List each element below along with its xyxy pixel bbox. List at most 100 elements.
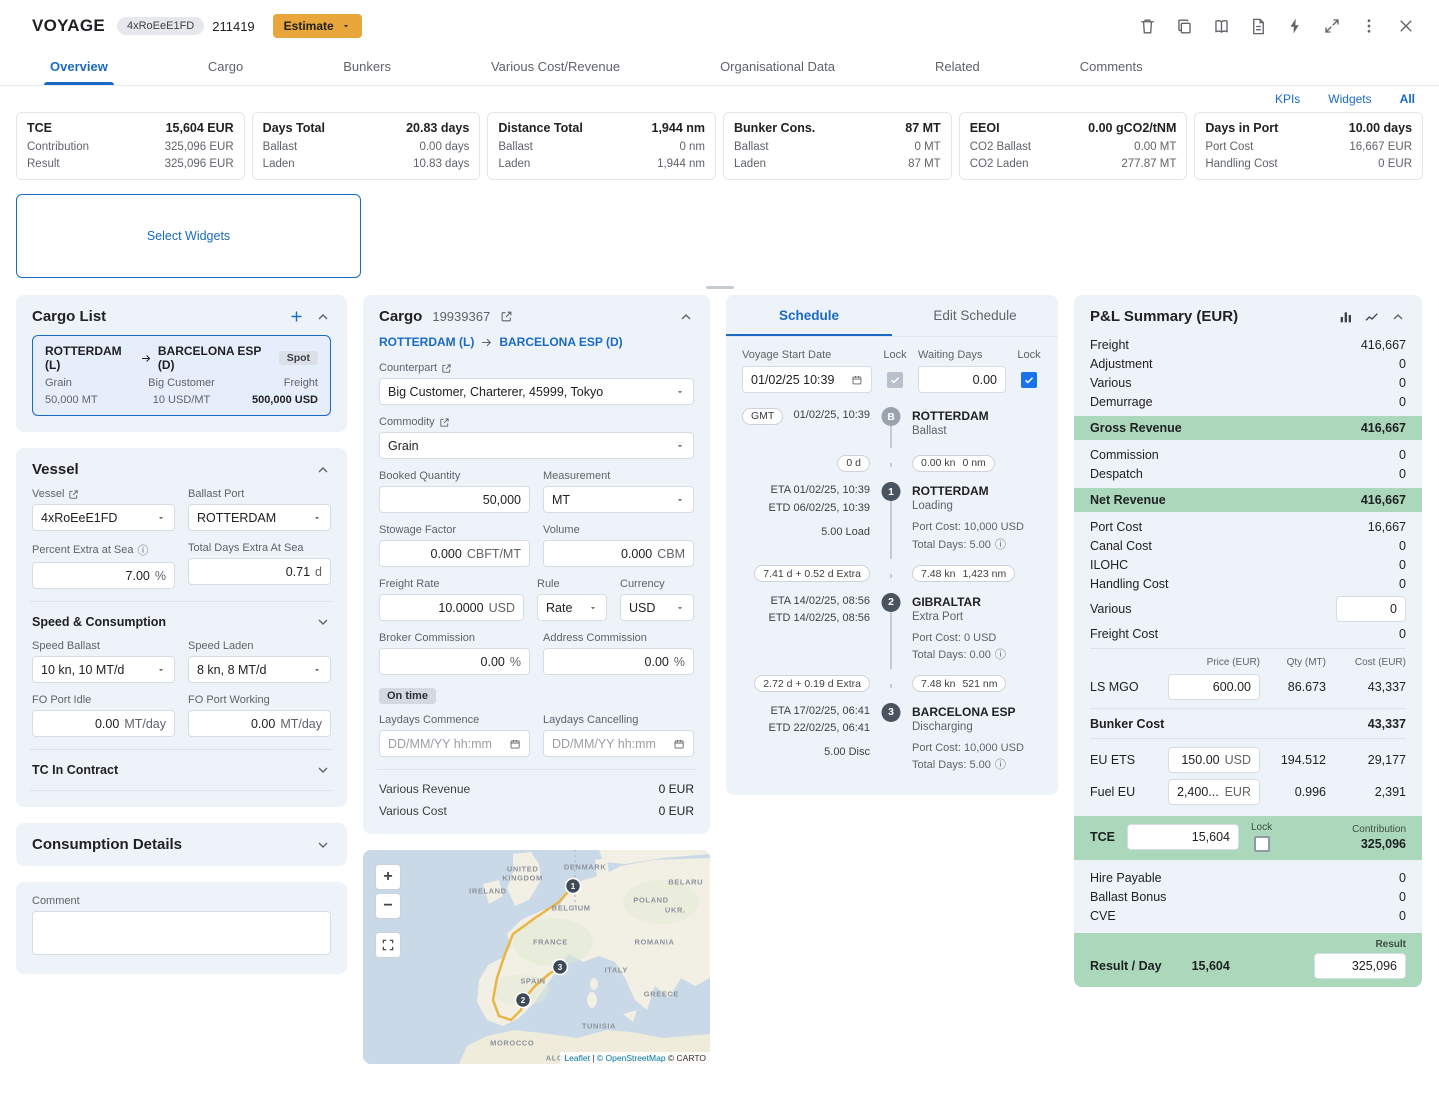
cargo-form-card: Cargo 19939367 ROTTERDAM (L) BARCELONA E… bbox=[363, 295, 710, 834]
total-days-extra-input[interactable] bbox=[197, 565, 310, 579]
estimate-dropdown-button[interactable]: Estimate bbox=[273, 14, 362, 38]
tab-organisational-data[interactable]: Organisational Data bbox=[670, 48, 885, 85]
map-controls: + − bbox=[375, 864, 401, 958]
measurement-select[interactable]: MT bbox=[543, 486, 694, 513]
route-destination-link[interactable]: BARCELONA ESP (D) bbox=[499, 335, 622, 349]
leg-port: GIBRALTAR bbox=[912, 593, 1042, 611]
commodity-field: Commodity Grain bbox=[379, 416, 694, 459]
vessel-select[interactable]: 4xRoEeE1FD bbox=[32, 504, 175, 531]
map-zoom-in-button[interactable]: + bbox=[375, 864, 401, 890]
filter-widgets[interactable]: Widgets bbox=[1328, 92, 1371, 106]
leg-port: ROTTERDAM bbox=[912, 482, 1042, 500]
info-icon[interactable]: ⓘ bbox=[995, 537, 1006, 555]
delete-button[interactable] bbox=[1130, 9, 1164, 43]
flash-button[interactable] bbox=[1278, 9, 1312, 43]
ballast-port-select[interactable]: ROTTERDAM bbox=[188, 504, 331, 531]
route-map[interactable]: 1 2 3 UNITED KINGDOM IRELAND DENMARK BEL… bbox=[363, 850, 710, 1064]
contacts-button[interactable] bbox=[1204, 9, 1238, 43]
info-icon[interactable]: ⓘ bbox=[995, 647, 1006, 665]
leg-marker: 2 bbox=[882, 593, 901, 612]
booked-quantity-input[interactable] bbox=[388, 493, 521, 507]
map-zoom-out-button[interactable]: − bbox=[375, 893, 401, 919]
eu-ets-price-input[interactable] bbox=[1177, 753, 1220, 767]
cargo-form-collapse-button[interactable] bbox=[678, 309, 694, 325]
speed-ballast-select[interactable]: 10 kn, 10 MT/d bbox=[32, 656, 175, 683]
fo-port-idle-input[interactable] bbox=[41, 717, 119, 731]
calendar-icon[interactable] bbox=[851, 373, 863, 387]
commodity-select[interactable]: Grain bbox=[379, 432, 694, 459]
open-in-new-icon[interactable] bbox=[68, 489, 79, 500]
tce-lock-checkbox[interactable] bbox=[1254, 836, 1270, 852]
leg-eta: ETA 14/02/25, 08:56 bbox=[742, 593, 870, 611]
comment-textarea[interactable] bbox=[32, 911, 331, 955]
tab-related[interactable]: Related bbox=[885, 48, 1030, 85]
kpi-sub-value: 325,096 EUR bbox=[165, 139, 234, 156]
panel-drag-handle[interactable] bbox=[706, 286, 734, 289]
close-button[interactable] bbox=[1389, 9, 1423, 43]
cargo-list-collapse-button[interactable] bbox=[315, 309, 331, 325]
fo-port-working-field: FO Port Working MT/day bbox=[188, 694, 331, 737]
pnl-bar-chart-button[interactable] bbox=[1338, 309, 1354, 325]
speed-consumption-collapse-button[interactable] bbox=[315, 614, 331, 630]
voyage-start-input-wrap bbox=[742, 366, 872, 393]
speed-laden-field: Speed Laden 8 kn, 8 MT/d bbox=[188, 640, 331, 683]
kpi-sub-label: Laden bbox=[498, 156, 530, 173]
freight-rate-input[interactable] bbox=[388, 601, 484, 615]
select-widgets-box[interactable]: Select Widgets bbox=[16, 194, 361, 278]
fo-port-working-input[interactable] bbox=[197, 717, 275, 731]
copy-button[interactable] bbox=[1167, 9, 1201, 43]
tc-in-contract-collapse-button[interactable] bbox=[315, 762, 331, 778]
waiting-days-lock-checkbox[interactable] bbox=[1021, 372, 1037, 388]
map-fullscreen-button[interactable] bbox=[375, 932, 401, 958]
osm-link[interactable]: © OpenStreetMap bbox=[597, 1053, 666, 1063]
tab-overview[interactable]: Overview bbox=[0, 48, 158, 85]
tab-bunkers[interactable]: Bunkers bbox=[293, 48, 441, 85]
route-origin-link[interactable]: ROTTERDAM (L) bbox=[379, 335, 474, 349]
result-total-input[interactable] bbox=[1323, 959, 1397, 973]
volume-input[interactable] bbox=[552, 547, 652, 561]
counterpart-select[interactable]: Big Customer, Charterer, 45999, Tokyo bbox=[379, 378, 694, 405]
pnl-various-input[interactable] bbox=[1345, 602, 1397, 616]
tce-input[interactable] bbox=[1136, 830, 1230, 844]
consumption-details-collapse-button[interactable] bbox=[315, 837, 331, 853]
rule-select[interactable]: Rate bbox=[537, 594, 607, 621]
calendar-icon[interactable] bbox=[673, 737, 685, 751]
filter-kpis[interactable]: KPIs bbox=[1275, 92, 1300, 106]
laydays-cancelling-input[interactable] bbox=[552, 737, 668, 751]
tab-edit-schedule[interactable]: Edit Schedule bbox=[892, 295, 1058, 336]
ls-mgo-price-input[interactable] bbox=[1177, 680, 1251, 694]
vessel-collapse-button[interactable] bbox=[315, 462, 331, 478]
pdf-export-button[interactable] bbox=[1241, 9, 1275, 43]
stowage-factor-input[interactable] bbox=[388, 547, 462, 561]
expand-button[interactable] bbox=[1315, 9, 1349, 43]
voyage-start-lock-checkbox[interactable] bbox=[887, 372, 903, 388]
pnl-collapse-button[interactable] bbox=[1390, 309, 1406, 325]
fuel-eu-price-input[interactable] bbox=[1177, 785, 1220, 799]
cargo-list-item[interactable]: ROTTERDAM (L) BARCELONA ESP (D) Spot Gra… bbox=[32, 335, 331, 416]
pnl-label: Demurrage bbox=[1090, 395, 1153, 409]
leaflet-link[interactable]: Leaflet bbox=[564, 1053, 590, 1063]
open-in-new-icon[interactable] bbox=[441, 363, 452, 374]
tab-various-cost-revenue[interactable]: Various Cost/Revenue bbox=[441, 48, 670, 85]
vessel-field: Vessel 4xRoEeE1FD bbox=[32, 488, 175, 531]
laydays-commence-input[interactable] bbox=[388, 737, 504, 751]
percent-extra-input[interactable] bbox=[41, 569, 150, 583]
info-icon[interactable]: ⓘ bbox=[138, 542, 149, 558]
more-menu-button[interactable] bbox=[1352, 9, 1386, 43]
info-icon[interactable]: ⓘ bbox=[995, 757, 1006, 775]
broker-commission-input[interactable] bbox=[388, 655, 505, 669]
calendar-icon[interactable] bbox=[509, 737, 521, 751]
filter-all[interactable]: All bbox=[1400, 92, 1415, 106]
tab-schedule[interactable]: Schedule bbox=[726, 295, 892, 336]
tab-comments[interactable]: Comments bbox=[1030, 48, 1193, 85]
pnl-line-chart-button[interactable] bbox=[1364, 309, 1380, 325]
currency-select[interactable]: USD bbox=[620, 594, 694, 621]
open-in-new-icon[interactable] bbox=[439, 417, 450, 428]
waiting-days-input[interactable] bbox=[927, 373, 997, 387]
tab-cargo[interactable]: Cargo bbox=[158, 48, 293, 85]
cargo-open-button[interactable] bbox=[500, 310, 513, 323]
speed-laden-select[interactable]: 8 kn, 8 MT/d bbox=[188, 656, 331, 683]
address-commission-input[interactable] bbox=[552, 655, 669, 669]
voyage-start-input[interactable] bbox=[751, 373, 846, 387]
add-cargo-button[interactable] bbox=[288, 308, 305, 325]
